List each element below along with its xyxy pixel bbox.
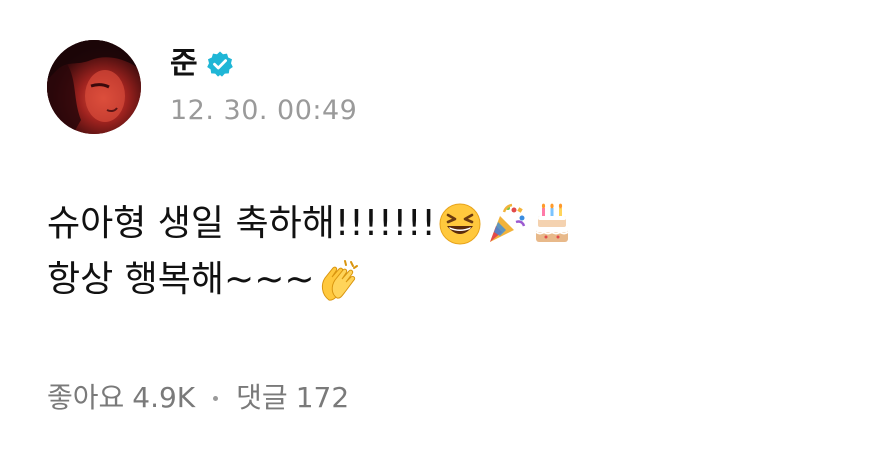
verified-badge-icon — [206, 50, 234, 78]
post-timestamp: 12. 30. 00:49 — [170, 95, 358, 126]
post-line-1: 슈아형 생일 축하해!!!!!!! — [47, 196, 847, 252]
comments-label[interactable]: 댓글 — [236, 378, 288, 418]
author-name[interactable]: 준 — [170, 46, 198, 82]
post-text-line-1: 슈아형 생일 축하해!!!!!!! — [47, 203, 436, 244]
likes-label[interactable]: 좋아요 — [47, 378, 124, 418]
avatar-image — [47, 40, 141, 134]
likes-count[interactable]: 4.9K — [132, 378, 195, 418]
post-stats: 좋아요 4.9K 댓글 172 — [47, 378, 349, 418]
grinning-squinting-face-icon — [438, 202, 482, 246]
post-card: 준 12. 30. 00:49 슈아형 생일 축하해!!!!!!! 항상 행복해… — [0, 0, 877, 474]
separator-dot — [213, 395, 219, 401]
comments-count[interactable]: 172 — [296, 378, 349, 418]
avatar[interactable] — [47, 40, 141, 134]
birthday-cake-icon — [530, 202, 574, 246]
post-line-2: 항상 행복해~~~ — [47, 252, 847, 308]
post-text-line-2: 항상 행복해~~~ — [47, 259, 315, 300]
author-row: 준 — [170, 46, 234, 82]
post-body: 슈아형 생일 축하해!!!!!!! 항상 행복해~~~ — [47, 196, 847, 308]
clapping-hands-icon — [317, 258, 361, 302]
party-popper-icon — [484, 202, 528, 246]
